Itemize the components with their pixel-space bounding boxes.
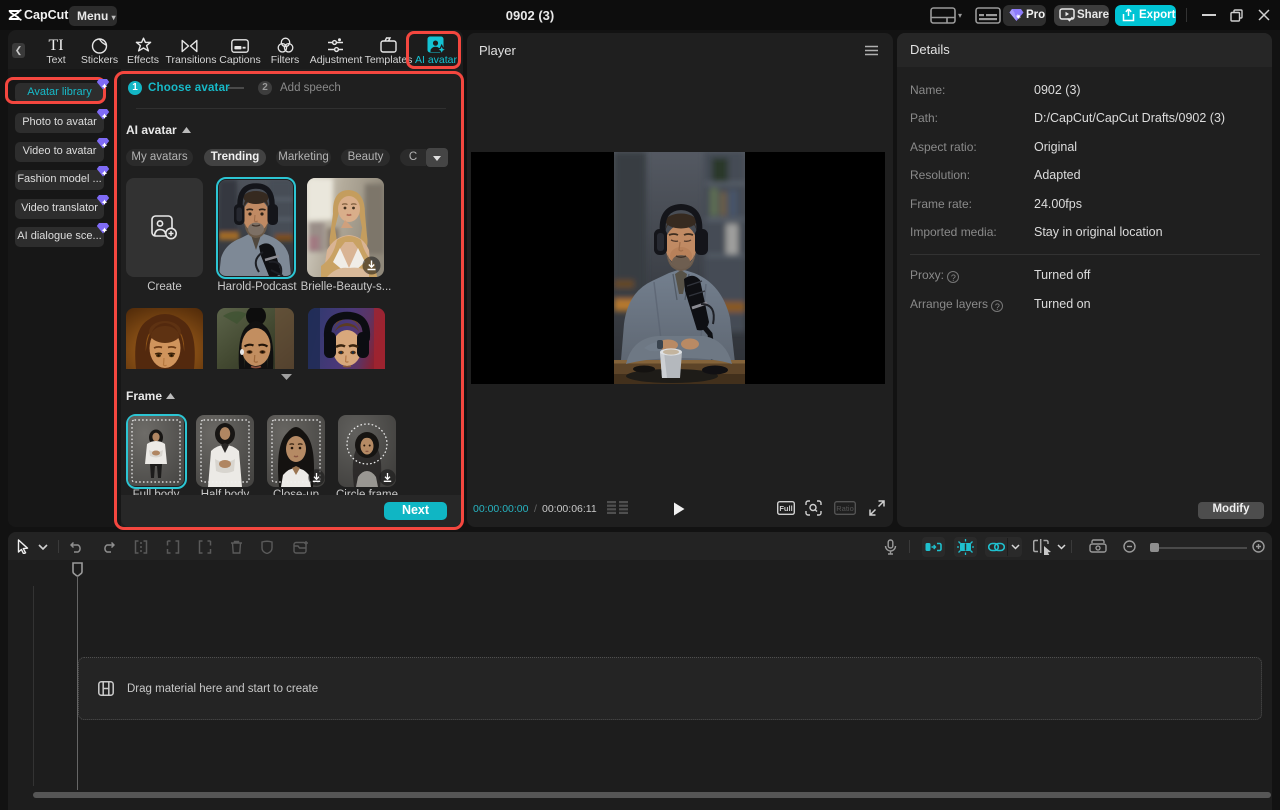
svg-text:Full: Full <box>779 504 792 513</box>
svg-text:Ratio: Ratio <box>836 504 854 513</box>
